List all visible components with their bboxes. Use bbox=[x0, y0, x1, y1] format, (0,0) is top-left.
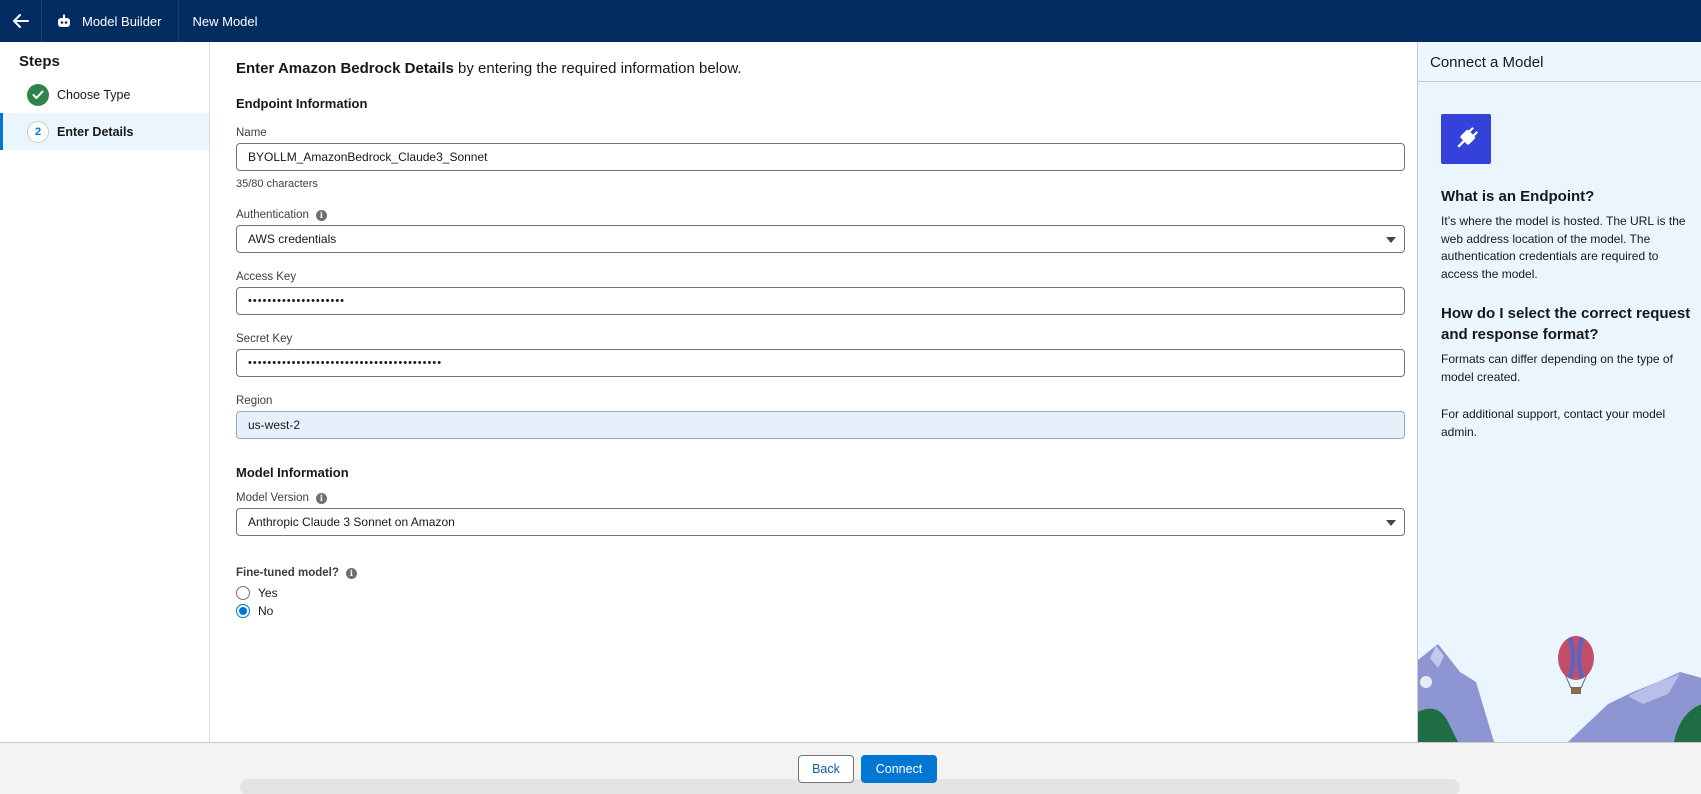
model-version-select[interactable]: Anthropic Claude 3 Sonnet on Amazon bbox=[236, 508, 1405, 536]
name-label: Name bbox=[236, 127, 1405, 139]
step-enter-details[interactable]: 2 Enter Details bbox=[0, 113, 209, 150]
info-icon[interactable]: i bbox=[315, 492, 327, 504]
step-choose-type[interactable]: Choose Type bbox=[0, 76, 209, 113]
fine-tuned-label-text: Fine-tuned model? bbox=[236, 567, 339, 579]
help-answer-format: Formats can differ depending on the type… bbox=[1441, 352, 1673, 384]
help-question-endpoint: What is an Endpoint? bbox=[1441, 188, 1595, 205]
back-button[interactable] bbox=[0, 0, 42, 42]
radio-button[interactable] bbox=[236, 586, 250, 600]
check-icon bbox=[27, 83, 49, 106]
step-label: Choose Type bbox=[57, 87, 131, 102]
endpoint-section-title: Endpoint Information bbox=[236, 96, 368, 111]
help-panel-title: Connect a Model bbox=[1418, 42, 1701, 82]
page-name: New Model bbox=[192, 13, 258, 29]
radio-label: Yes bbox=[258, 586, 278, 600]
step-number: 2 bbox=[27, 120, 49, 143]
app-title[interactable]: Model Builder bbox=[42, 0, 179, 42]
fine-tuned-radio-group: Yes No bbox=[236, 584, 1405, 620]
caret-down-icon bbox=[1386, 520, 1396, 526]
secret-key-input[interactable]: •••••••••••••••••••••••••••••••••••••••• bbox=[236, 349, 1405, 377]
authentication-label: Authentication i bbox=[236, 209, 1405, 221]
authentication-label-text: Authentication bbox=[236, 209, 309, 221]
steps-title: Steps bbox=[19, 53, 60, 70]
step-label: Enter Details bbox=[57, 124, 134, 139]
name-label-text: Name bbox=[236, 127, 267, 139]
mountain-balloon-illustration bbox=[1418, 636, 1701, 742]
model-section-title: Model Information bbox=[236, 465, 349, 480]
help-question-format: How do I select the correct request and … bbox=[1441, 305, 1691, 343]
heading-bold: Enter Amazon Bedrock Details bbox=[236, 60, 454, 77]
model-version-label: Model Version i bbox=[236, 492, 1405, 504]
secret-key-label-text: Secret Key bbox=[236, 333, 293, 345]
robot-icon bbox=[56, 14, 72, 28]
name-input[interactable]: BYOLLM_AmazonBedrock_Claude3_Sonnet bbox=[236, 143, 1405, 171]
radio-button[interactable] bbox=[236, 604, 250, 618]
radio-no[interactable]: No bbox=[236, 602, 1405, 620]
region-input[interactable]: us-west-2 bbox=[236, 411, 1405, 439]
details-form: Enter Amazon Bedrock Details by entering… bbox=[236, 42, 1405, 620]
model-version-value: Anthropic Claude 3 Sonnet on Amazon bbox=[248, 515, 455, 529]
model-version-label-text: Model Version bbox=[236, 492, 309, 504]
info-icon[interactable]: i bbox=[345, 567, 357, 579]
region-label-text: Region bbox=[236, 395, 273, 407]
form-heading: Enter Amazon Bedrock Details by entering… bbox=[236, 60, 1405, 77]
steps-panel: Steps Choose Type 2 Enter Details bbox=[0, 42, 210, 742]
heading-rest: by entering the required information bel… bbox=[453, 60, 742, 77]
help-answer-endpoint: It’s where the model is hosted. The URL … bbox=[1441, 214, 1686, 281]
help-body: What is an Endpoint? It’s where the mode… bbox=[1441, 186, 1691, 441]
arrow-left-icon bbox=[12, 14, 29, 28]
info-icon[interactable]: i bbox=[315, 209, 327, 221]
authentication-value: AWS credentials bbox=[248, 232, 337, 246]
radio-label: No bbox=[258, 604, 274, 618]
secret-key-value: •••••••••••••••••••••••••••••••••••••••• bbox=[248, 357, 443, 369]
region-label: Region bbox=[236, 395, 1405, 407]
region-value: us-west-2 bbox=[248, 418, 301, 432]
secret-key-label: Secret Key bbox=[236, 333, 1405, 345]
plug-icon bbox=[1441, 114, 1491, 164]
back-step-button[interactable]: Back bbox=[798, 755, 854, 783]
help-support-text: For additional support, contact your mod… bbox=[1441, 407, 1666, 439]
access-key-label: Access Key bbox=[236, 271, 1405, 283]
help-panel: Connect a Model What is an Endpoint? It’… bbox=[1417, 42, 1701, 742]
name-value: BYOLLM_AmazonBedrock_Claude3_Sonnet bbox=[248, 150, 488, 164]
authentication-select[interactable]: AWS credentials bbox=[236, 225, 1405, 253]
caret-down-icon bbox=[1386, 237, 1396, 243]
fine-tuned-label: Fine-tuned model? i bbox=[236, 567, 1405, 579]
wizard-footer: Back Connect bbox=[0, 742, 1701, 794]
access-key-input[interactable]: •••••••••••••••••••• bbox=[236, 287, 1405, 315]
access-key-label-text: Access Key bbox=[236, 271, 297, 283]
app-name: Model Builder bbox=[82, 13, 162, 29]
name-char-count: 35/80 characters bbox=[236, 178, 318, 190]
global-header: Model Builder New Model bbox=[0, 0, 1701, 42]
connect-button[interactable]: Connect bbox=[861, 755, 937, 783]
page-title: New Model bbox=[179, 0, 272, 42]
radio-yes[interactable]: Yes bbox=[236, 584, 1405, 602]
access-key-value: •••••••••••••••••••• bbox=[248, 295, 346, 307]
